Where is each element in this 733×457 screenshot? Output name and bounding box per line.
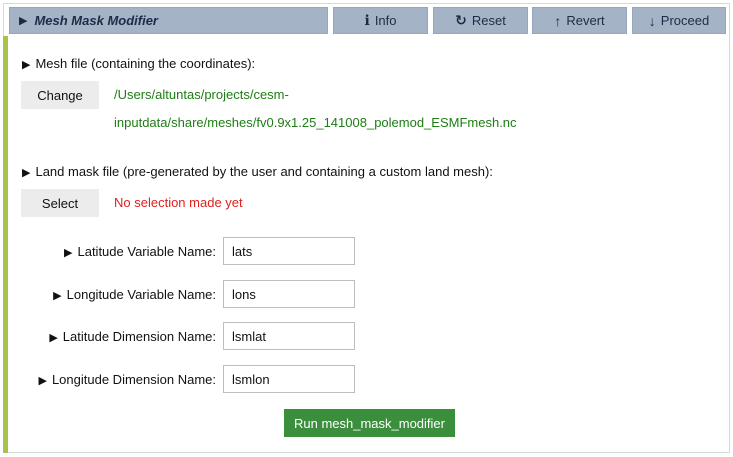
change-mesh-file-button[interactable]: Change xyxy=(21,81,99,109)
mesh-file-label: Mesh file (containing the coordinates): xyxy=(35,56,256,71)
run-mesh-mask-modifier-button[interactable]: Run mesh_mask_modifier xyxy=(284,409,455,437)
land-mask-section-label: ▶ Land mask file (pre-generated by the us… xyxy=(22,164,493,179)
mesh-file-path-line1: /Users/altuntas/projects/cesm- xyxy=(114,87,289,102)
longitude-dimension-input[interactable] xyxy=(223,365,355,393)
mesh-file-path-line2: inputdata/share/meshes/fv0.9x1.25_141008… xyxy=(114,115,517,130)
proceed-button[interactable]: ↓ Proceed xyxy=(632,7,726,34)
title-bar[interactable]: ▶ Mesh Mask Modifier xyxy=(9,7,328,34)
triangle-right-icon: ▶ xyxy=(22,167,31,179)
triangle-right-icon: ▶ xyxy=(64,247,73,259)
accent-bar xyxy=(3,36,8,453)
latitude-dimension-label: ▶ Latitude Dimension Name: xyxy=(28,329,216,344)
field-label-text: Latitude Dimension Name: xyxy=(62,329,216,344)
field-label-text: Latitude Variable Name: xyxy=(77,244,216,259)
latitude-variable-input[interactable] xyxy=(223,237,355,265)
triangle-right-icon: ▶ xyxy=(22,59,31,71)
proceed-button-label: Proceed xyxy=(660,13,710,28)
revert-button-label: Revert xyxy=(566,13,605,28)
longitude-dimension-label: ▶ Longitude Dimension Name: xyxy=(28,372,216,387)
reset-icon: ↻ xyxy=(455,12,467,28)
land-mask-status: No selection made yet xyxy=(114,195,243,210)
revert-button[interactable]: ↑ Revert xyxy=(532,7,627,34)
arrow-down-icon: ↓ xyxy=(648,12,656,29)
latitude-variable-label: ▶ Latitude Variable Name: xyxy=(28,244,216,259)
info-icon: ℹ xyxy=(364,12,370,28)
triangle-right-icon: ▶ xyxy=(19,15,28,27)
info-button-label: Info xyxy=(374,13,397,28)
latitude-dimension-input[interactable] xyxy=(223,322,355,350)
mesh-file-section-label: ▶ Mesh file (containing the coordinates): xyxy=(22,56,255,71)
page-title: Mesh Mask Modifier xyxy=(34,13,158,28)
field-label-text: Longitude Dimension Name: xyxy=(51,372,216,387)
select-land-mask-button[interactable]: Select xyxy=(21,189,99,217)
land-mask-label: Land mask file (pre-generated by the use… xyxy=(35,164,493,179)
longitude-variable-input[interactable] xyxy=(223,280,355,308)
arrow-up-icon: ↑ xyxy=(554,12,562,29)
triangle-right-icon: ▶ xyxy=(38,375,47,387)
info-button[interactable]: ℹ Info xyxy=(333,7,428,34)
longitude-variable-label: ▶ Longitude Variable Name: xyxy=(28,287,216,302)
triangle-right-icon: ▶ xyxy=(53,290,62,302)
reset-button-label: Reset xyxy=(471,13,506,28)
reset-button[interactable]: ↻ Reset xyxy=(433,7,528,34)
triangle-right-icon: ▶ xyxy=(49,332,58,344)
field-label-text: Longitude Variable Name: xyxy=(66,287,216,302)
